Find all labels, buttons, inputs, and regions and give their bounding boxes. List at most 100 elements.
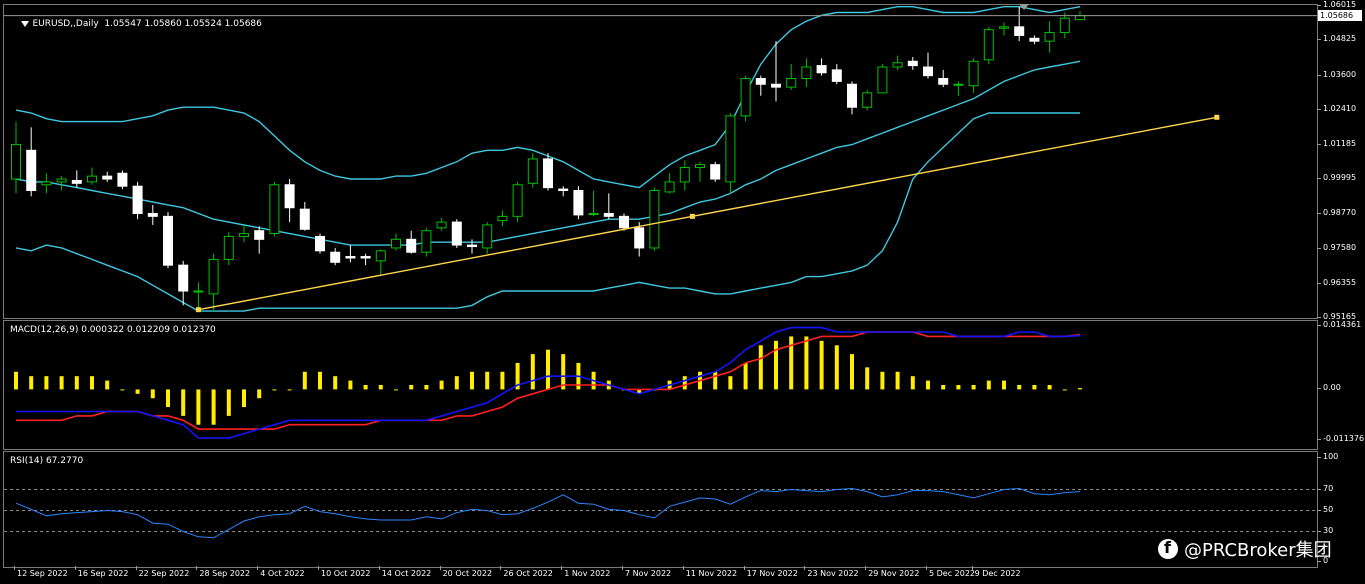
macd-histogram-bar [804, 336, 809, 390]
candle-bull [512, 184, 523, 217]
candle-bull [877, 66, 888, 94]
scale-tick-label: 30 [1316, 525, 1334, 535]
candle-bear [284, 184, 295, 209]
candle-bull [664, 181, 675, 193]
macd-histogram-bar [530, 354, 535, 390]
date-axis-label: 17 Nov 2022 [743, 566, 798, 578]
macd-histogram-bar [242, 389, 246, 408]
macd-histogram-bar [971, 385, 976, 390]
scale-tick-label: 1.03600 [1316, 69, 1357, 79]
date-axis-label: 10 Oct 2022 [317, 566, 371, 578]
macd-histogram-bar [409, 385, 414, 390]
candle-bear [907, 60, 918, 67]
collapse-triangle-icon[interactable] [21, 20, 30, 27]
macd-histogram-bar [743, 362, 748, 390]
candle-bear [299, 208, 310, 230]
macd-histogram-bar [758, 345, 763, 390]
candle-bear [26, 149, 37, 192]
candle-bull [1059, 17, 1070, 34]
candle-bear [178, 264, 189, 292]
scale-tick-label: 0.014361 [1316, 320, 1362, 330]
macd-histogram-bar [454, 376, 459, 390]
candle-bear [467, 244, 477, 247]
macd-histogram-bar [910, 376, 915, 390]
candle-bull [649, 190, 660, 249]
rsi-header: RSI(14) 67.2770 [10, 456, 84, 466]
macd-histogram-bar [561, 354, 566, 390]
macd-histogram-bar [333, 376, 338, 390]
date-axis-label: 16 Sep 2022 [74, 566, 129, 578]
facebook-logo-icon [1158, 538, 1178, 559]
candle-bear [923, 66, 933, 77]
candle-bull [239, 233, 249, 237]
candle-bull [999, 26, 1009, 29]
chart-shift-marker-icon[interactable] [1019, 4, 1029, 10]
candle-bull [223, 235, 234, 260]
candle-bear [451, 221, 462, 246]
candle-bull [436, 221, 447, 229]
macd-histogram-bar [926, 380, 930, 390]
date-axis-label: 23 Nov 2022 [804, 566, 859, 578]
macd-histogram-bar [1047, 385, 1052, 390]
bollinger-lower-band [15, 112, 1080, 312]
trendline-anchor-point [689, 213, 695, 219]
candle-bear [816, 65, 827, 74]
candle-bear [117, 172, 128, 187]
macd-histogram-bar [272, 389, 277, 391]
macd-histogram-bar [211, 389, 216, 425]
candle-bear [132, 185, 143, 214]
date-axis-label: 4 Oct 2022 [257, 566, 305, 578]
macd-histogram-bar [166, 389, 170, 408]
macd-histogram-bar [302, 371, 307, 390]
macd-histogram-bar [74, 376, 79, 390]
macd-histogram-bar [150, 389, 155, 399]
candle-bull [968, 60, 979, 87]
candle-bull [679, 167, 690, 183]
macd-histogram-bar [500, 371, 505, 390]
date-axis-label: 5 Dec 2022 [925, 566, 976, 578]
rsi-pane[interactable]: RSI(14) 67.2770 [3, 451, 1318, 568]
macd-histogram-bar [44, 376, 49, 390]
macd-pane[interactable]: MACD(12,26,9) 0.000322 0.012209 0.012370 [3, 320, 1318, 450]
candle-bear [603, 212, 614, 217]
macd-histogram-bar [834, 345, 839, 390]
candle-bull [740, 78, 751, 117]
current-price-badge: 1.05686 [1318, 9, 1362, 21]
scale-tick-label: 1.02410 [1316, 103, 1357, 113]
macd-histogram-bar [682, 376, 687, 390]
candle-bull [56, 178, 67, 183]
candle-bear [573, 190, 584, 216]
scale-tick-label: 0.98770 [1316, 208, 1357, 218]
candle-bull [862, 92, 873, 108]
scale-tick-label: 0.00 [1317, 383, 1341, 393]
candle-bull [193, 290, 204, 293]
macd-histogram-bar [1078, 388, 1082, 390]
price-chart-pane[interactable]: EURUSD,,Daily 1.05547 1.05860 1.05524 1.… [3, 4, 1318, 319]
scale-tick-label: 50 [1316, 504, 1334, 514]
candle-bull [375, 250, 386, 262]
candle-bull [801, 66, 812, 80]
symbol-header-text: EURUSD,,Daily 1.05547 1.05860 1.05524 1.… [32, 19, 262, 29]
watermark-text: @PRCBroker集团 [1184, 540, 1332, 561]
candle-bear [330, 251, 341, 263]
scale-tick-label: 1.01185 [1316, 138, 1357, 148]
macd-histogram-bar [895, 371, 900, 390]
trendline-anchor-point [1214, 114, 1220, 120]
candle-bull [527, 158, 538, 184]
trendline-anchor-point [195, 307, 201, 313]
macd-histogram-bar [865, 367, 870, 390]
candle-bear [315, 235, 325, 252]
macd-histogram-bar [257, 389, 262, 399]
macd-histogram-bar [880, 371, 885, 390]
macd-histogram-bar [850, 354, 854, 390]
macd-histogram-bar [29, 376, 34, 390]
macd-histogram-bar [819, 340, 824, 390]
price-chart-header: EURUSD,,Daily 1.05547 1.05860 1.05524 1.… [10, 9, 262, 39]
scale-tick-label: 1.04825 [1316, 34, 1357, 44]
trendline [198, 116, 1217, 311]
macd-histogram-bar [135, 389, 140, 394]
candle-bear [1029, 37, 1040, 42]
scale-tick-label: 70 [1316, 483, 1334, 493]
candle-bull [786, 78, 797, 88]
date-axis-label: 7 Nov 2022 [621, 566, 672, 578]
